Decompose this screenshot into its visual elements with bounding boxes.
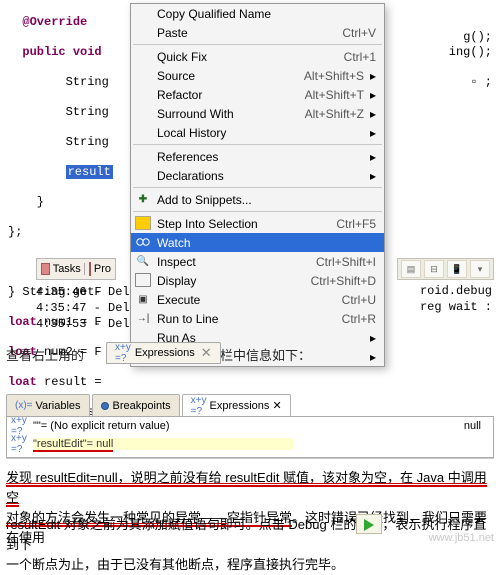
tab-expressions[interactable]: x+y=?Expressions ✕ xyxy=(182,394,291,416)
menu-local-history[interactable]: Local History▸ xyxy=(131,123,384,142)
article-text: 查看右上角的栏，栏中信息如下： xyxy=(6,346,494,366)
menu-copy-qualified-name[interactable]: Copy Qualified Name xyxy=(131,4,384,23)
menu-execute[interactable]: ▣ExecuteCtrl+U xyxy=(131,290,384,309)
menu-step-into-selection[interactable]: Step Into SelectionCtrl+F5 xyxy=(131,214,384,233)
menu-references[interactable]: References▸ xyxy=(131,147,384,166)
code-fragment: g(); xyxy=(463,30,492,44)
tab-variables[interactable]: (x)=Variables xyxy=(6,394,90,416)
menu-run-to-line[interactable]: →|Run to LineCtrl+R xyxy=(131,309,384,328)
toolbar-button[interactable]: ▾ xyxy=(470,260,490,278)
menu-surround-with[interactable]: Surround WithAlt+Shift+Z▸ xyxy=(131,104,384,123)
code-fragment: ing(); xyxy=(449,45,492,59)
article-paragraph: resultEdit 对象之前为其添加赋值语句即可。点击 Debug 栏的，表示… xyxy=(6,514,494,575)
tab-breakpoints[interactable]: Breakpoints xyxy=(92,394,180,416)
watermark: www.jb51.net xyxy=(429,532,494,544)
display-icon xyxy=(135,273,151,287)
close-icon[interactable]: ✕ xyxy=(272,399,281,412)
menu-display[interactable]: DisplayCtrl+Shift+D xyxy=(131,271,384,290)
code-fragment: ▫ ; xyxy=(470,75,492,89)
breakpoint-icon xyxy=(101,402,109,410)
close-icon[interactable]: ✕ xyxy=(201,345,212,361)
console-right: reg wait : xyxy=(420,300,492,314)
selected-text[interactable]: result xyxy=(66,165,113,179)
expression-row[interactable]: x+y=?"resultEdit"= null xyxy=(7,435,493,453)
expressions-tab-float[interactable]: x+y=?Expressions✕ xyxy=(106,342,221,364)
resume-button[interactable] xyxy=(356,514,382,534)
tasks-icon xyxy=(41,263,50,275)
menu-quick-fix[interactable]: Quick FixCtrl+1 xyxy=(131,47,384,66)
menu-add-snippets[interactable]: ✚Add to Snippets... xyxy=(131,190,384,209)
toolbar-button[interactable]: ▤ xyxy=(401,260,421,278)
menu-declarations[interactable]: Declarations▸ xyxy=(131,166,384,185)
view-toolbar: ▤ ⊟ 📱 ▾ xyxy=(397,258,494,280)
menu-inspect[interactable]: 🔍InspectCtrl+Shift+I xyxy=(131,252,384,271)
execute-icon: ▣ xyxy=(135,292,151,306)
menu-paste[interactable]: PasteCtrl+V xyxy=(131,23,384,42)
toolbar-button[interactable]: ⊟ xyxy=(424,260,444,278)
cell-icon[interactable]: 📱 xyxy=(447,260,467,278)
plus-icon: ✚ xyxy=(135,192,151,206)
menu-source[interactable]: SourceAlt+Shift+S▸ xyxy=(131,66,384,85)
inspect-icon: 🔍 xyxy=(135,254,151,268)
menu-refactor[interactable]: RefactorAlt+Shift+T▸ xyxy=(131,85,384,104)
step-icon xyxy=(135,216,151,230)
console-output: 4:35:46 - Del 4:35:47 - Del 4:35:53 - De… xyxy=(36,284,130,332)
debug-tabs: (x)=Variables Breakpoints x+y=?Expressio… xyxy=(6,394,494,416)
menu-watch[interactable]: Watch xyxy=(131,233,384,252)
problems-icon xyxy=(89,262,91,276)
console-right: roid.debug xyxy=(420,284,492,298)
run-to-line-icon: →| xyxy=(135,311,151,325)
expressions-panel: x+y=?""= (No explicit return value)null … xyxy=(6,416,494,458)
expression-row[interactable]: x+y=?""= (No explicit return value)null xyxy=(7,417,493,435)
glasses-icon xyxy=(135,235,151,249)
tasks-tab[interactable]: Tasks Pro xyxy=(36,258,116,280)
context-menu: Copy Qualified Name PasteCtrl+V Quick Fi… xyxy=(130,3,385,367)
